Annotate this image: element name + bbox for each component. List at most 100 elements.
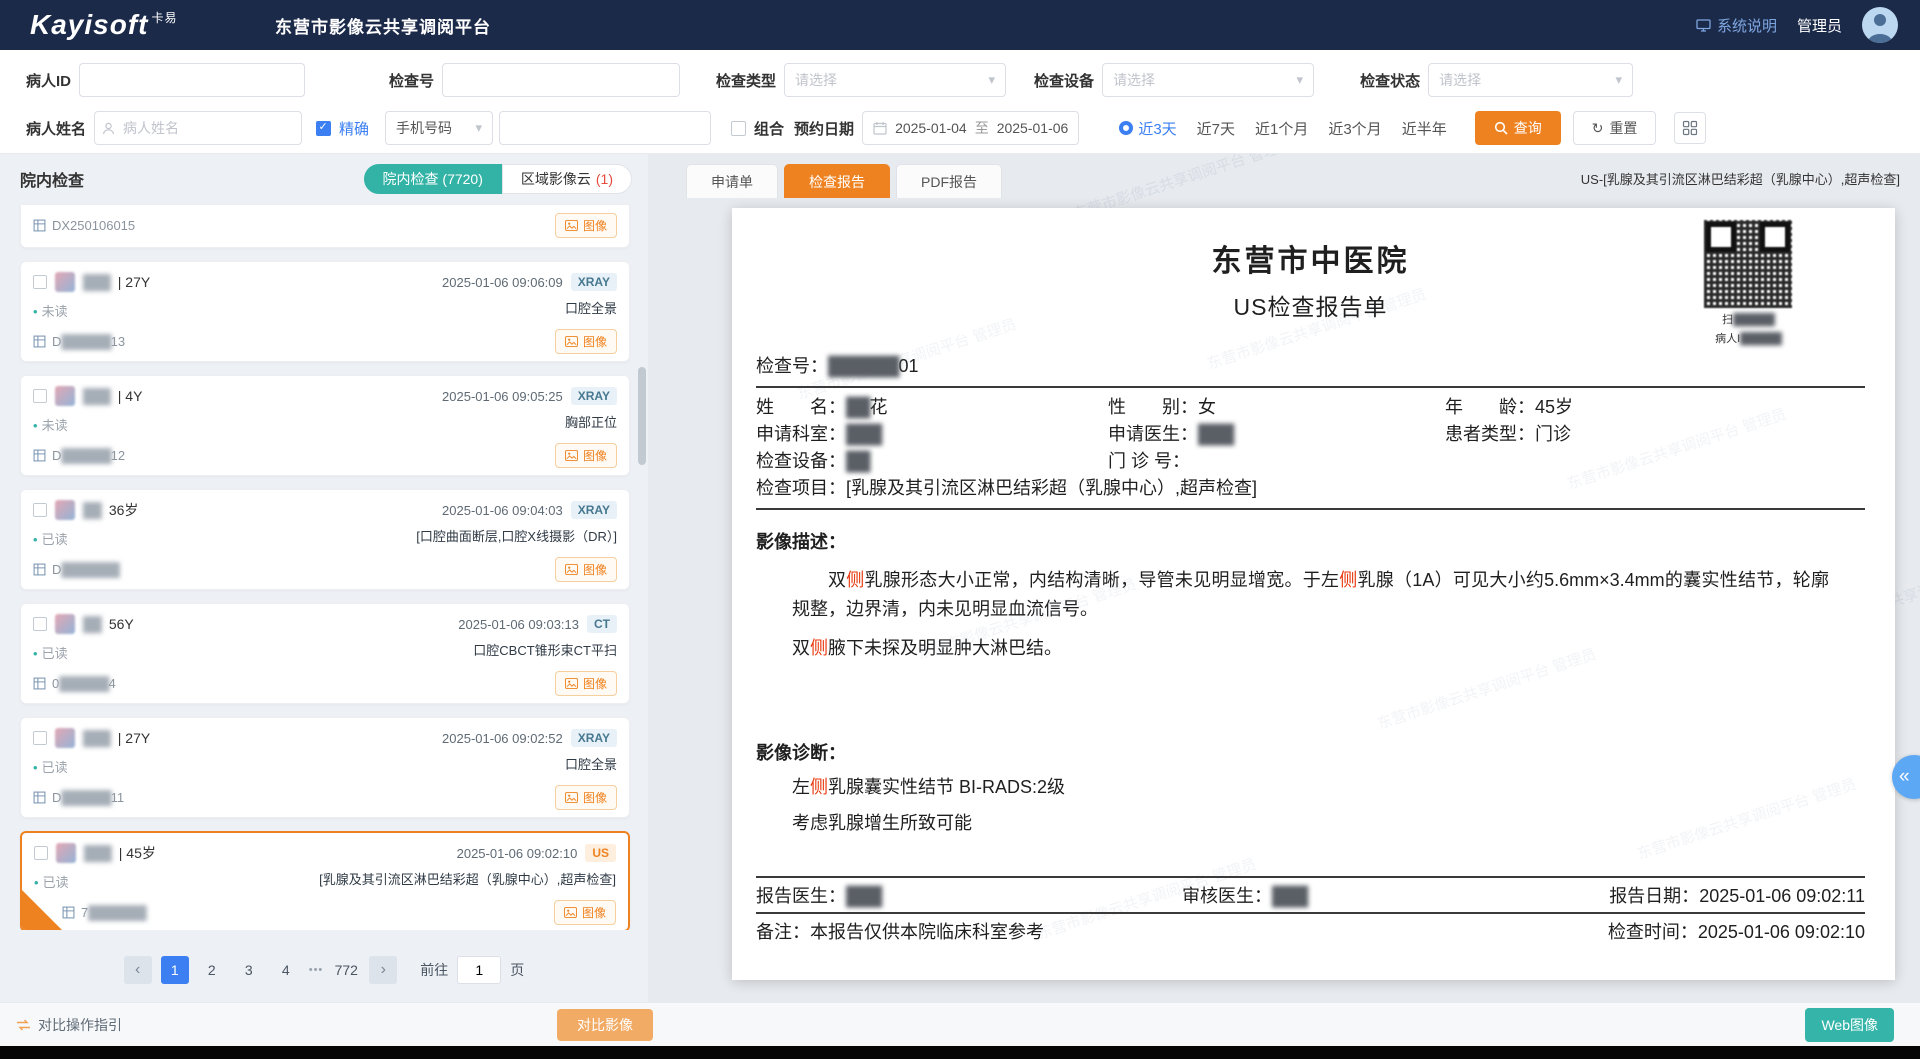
phone-field-select[interactable]: 手机号码 ▾ — [385, 111, 493, 145]
quick-option-1month[interactable]: 近1个月 — [1255, 118, 1308, 139]
item-checkbox[interactable] — [34, 846, 48, 860]
patient-thumbnail — [55, 728, 75, 748]
exam-list-item[interactable]: ███ | 27Y 2025-01-06 09:02:52 XRAY •已读 口… — [20, 717, 630, 818]
prev-page-button[interactable]: ‹ — [124, 956, 152, 984]
chevron-down-icon: ▾ — [1616, 72, 1623, 88]
exam-no-input[interactable] — [442, 63, 680, 97]
exam-number: D██████11 — [52, 790, 124, 805]
compare-images-button[interactable]: 对比影像 — [557, 1009, 653, 1041]
patient-name: ███ — [83, 274, 110, 290]
date-end[interactable]: 2025-01-06 — [997, 120, 1069, 136]
combine-checkbox[interactable] — [731, 121, 746, 136]
field-request-doctor: 申请医生：███ — [1108, 421, 1445, 448]
system-help-label: 系统说明 — [1717, 15, 1777, 36]
quick-option-7days[interactable]: 近7天 — [1197, 118, 1235, 139]
read-status: •未读 — [33, 415, 68, 434]
page-number-last[interactable]: 772 — [332, 956, 360, 984]
exam-list-item-partial[interactable]: DX250106015 图像 — [20, 204, 630, 248]
tab-request-form[interactable]: 申请单 — [686, 164, 778, 198]
image-button[interactable]: 图像 — [555, 557, 617, 582]
exam-time-field: 检查时间：2025-01-06 09:02:10 — [1608, 918, 1865, 944]
tab-exam-report[interactable]: 检查报告 — [784, 164, 890, 198]
exam-number: 0██████4 — [52, 676, 116, 691]
image-button[interactable]: 图像 — [555, 213, 617, 238]
tab-regional-cloud[interactable]: 区域影像云 (1) — [502, 164, 632, 194]
exact-label: 精确 — [339, 118, 369, 139]
tab-pdf-report[interactable]: PDF报告 — [896, 164, 1002, 198]
exam-number: D██████13 — [52, 334, 125, 349]
page-ellipsis[interactable]: ••• — [309, 964, 324, 976]
exam-id-icon — [33, 219, 46, 232]
phone-number-input[interactable] — [499, 111, 711, 145]
patient-id-input[interactable] — [79, 63, 305, 97]
exact-checkbox[interactable] — [316, 121, 331, 136]
exam-time: 2025-01-06 09:06:09 — [442, 275, 563, 290]
modality-badge: XRAY — [571, 501, 617, 519]
exam-list-item[interactable]: ███ | 4Y 2025-01-06 09:05:25 XRAY •未读 胸部… — [20, 375, 630, 476]
exam-number: D███████ — [52, 562, 119, 577]
item-checkbox[interactable] — [33, 503, 47, 517]
exam-device-placeholder: 请选择 — [1113, 70, 1155, 90]
exam-list-item[interactable]: ███ | 27Y 2025-01-06 09:06:09 XRAY •未读 口… — [20, 261, 630, 362]
patient-name-input[interactable] — [94, 111, 302, 145]
quick-option-3months[interactable]: 近3个月 — [1328, 118, 1381, 139]
exam-type-placeholder: 请选择 — [795, 70, 837, 90]
date-start[interactable]: 2025-01-04 — [895, 120, 967, 136]
image-icon — [565, 564, 578, 575]
page-number-4[interactable]: 4 — [272, 956, 300, 984]
user-role[interactable]: 管理员 — [1797, 15, 1842, 36]
patient-age: 56Y — [109, 616, 134, 632]
exam-device-select[interactable]: 请选择 ▾ — [1102, 63, 1314, 97]
patient-age: | 4Y — [118, 388, 143, 404]
item-checkbox[interactable] — [33, 389, 47, 403]
page-number-2[interactable]: 2 — [198, 956, 226, 984]
exam-list-item-selected[interactable]: ███ | 45岁 2025-01-06 09:02:10 US •已读 [乳腺… — [20, 831, 630, 930]
goto-page-input[interactable] — [457, 956, 501, 984]
reset-button[interactable]: ↻ 重置 — [1573, 111, 1657, 145]
image-button[interactable]: 图像 — [555, 329, 617, 354]
page-number-3[interactable]: 3 — [235, 956, 263, 984]
image-button[interactable]: 图像 — [555, 785, 617, 810]
status-dot-icon: • — [33, 646, 38, 661]
item-checkbox[interactable] — [33, 617, 47, 631]
grid-layout-icon — [1682, 120, 1698, 136]
exam-time: 2025-01-06 09:03:13 — [458, 617, 579, 632]
user-avatar[interactable] — [1862, 7, 1898, 43]
item-checkbox[interactable] — [33, 731, 47, 745]
image-button[interactable]: 图像 — [555, 443, 617, 468]
field-patient-name: 姓 名：██花 — [756, 394, 1108, 421]
quick-option-3days[interactable]: 近3天 — [1119, 118, 1176, 139]
exam-type-select[interactable]: 请选择 ▾ — [784, 63, 1006, 97]
patient-thumbnail — [55, 272, 75, 292]
tab-hospital-exams[interactable]: 院内检查 (7720) — [364, 164, 502, 194]
patient-thumbnail — [55, 614, 75, 634]
exam-device-label: 检查设备 — [1034, 70, 1094, 91]
system-help-link[interactable]: 系统说明 — [1696, 15, 1777, 36]
compare-guide-link[interactable]: 对比操作指引 — [16, 1015, 122, 1035]
patient-age: 36岁 — [109, 500, 139, 520]
image-button[interactable]: 图像 — [554, 900, 616, 925]
exam-status-select[interactable]: 请选择 ▾ — [1428, 63, 1633, 97]
bottom-black-strip — [0, 1046, 1920, 1059]
layout-toggle-button[interactable] — [1674, 112, 1706, 144]
list-scrollbar[interactable] — [638, 367, 646, 465]
current-exam-title: US-[乳腺及其引流区淋巴结彩超（乳腺中心）,超声检查] — [1581, 169, 1900, 198]
next-page-button[interactable]: › — [369, 956, 397, 984]
person-icon — [1874, 14, 1886, 26]
image-button[interactable]: 图像 — [555, 671, 617, 696]
patient-age: | 27Y — [118, 730, 150, 746]
modality-badge: XRAY — [571, 729, 617, 747]
item-checkbox[interactable] — [33, 275, 47, 289]
logo-text: Kayisoft — [30, 9, 148, 40]
image-icon — [565, 792, 578, 803]
quick-option-halfyear[interactable]: 近半年 — [1402, 118, 1447, 139]
exam-id-icon — [62, 906, 75, 919]
compare-arrows-icon — [16, 1019, 31, 1031]
query-button[interactable]: 查询 — [1475, 111, 1561, 145]
page-number-1[interactable]: 1 — [161, 956, 189, 984]
web-image-button[interactable]: Web图像 — [1805, 1008, 1894, 1042]
exam-list-item[interactable]: ██ 36岁 2025-01-06 09:04:03 XRAY •已读 [口腔曲… — [20, 489, 630, 590]
bottom-bar: 对比操作指引 对比影像 Web图像 — [0, 1002, 1920, 1046]
date-range-picker[interactable]: 2025-01-04 至 2025-01-06 — [862, 111, 1079, 145]
exam-list-item[interactable]: ██ 56Y 2025-01-06 09:03:13 CT •已读 口腔CBCT… — [20, 603, 630, 704]
